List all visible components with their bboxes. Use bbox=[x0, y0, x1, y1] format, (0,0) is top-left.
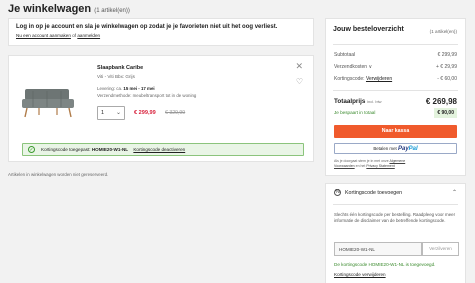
discount-success-message: De kortingscode HOMIE20-W1-NL is toegevo… bbox=[334, 262, 436, 267]
total-vat-note: incl. btw bbox=[367, 99, 382, 104]
remove-discount-link[interactable]: Verwijderen bbox=[366, 76, 392, 82]
total-value: € 269,98 bbox=[425, 97, 457, 106]
summary-count: (1 artikel(en)) bbox=[429, 29, 457, 34]
cart-count: (1 artikel(en)) bbox=[94, 8, 130, 14]
summary-title: Jouw besteloverzicht (1 artikel(en)) bbox=[333, 26, 458, 34]
terms-conditions-link[interactable]: Voorwaarden bbox=[334, 164, 355, 168]
product-image[interactable] bbox=[19, 83, 77, 121]
terms-text-1: Als je doorgaat stem je in met onze bbox=[334, 159, 389, 163]
coupon-applied-text: Kortingscode toegepast: bbox=[41, 147, 91, 152]
checkout-button[interactable]: Naar kassa bbox=[334, 125, 457, 138]
subtotal-row: Subtotaal € 299,99 bbox=[334, 52, 457, 58]
product-price: € 299,99 bbox=[134, 110, 156, 116]
terms-notice: Als je doorgaat stem je in met onze Alge… bbox=[334, 159, 457, 169]
shipping-value: + € 29,99 bbox=[436, 64, 457, 70]
product-old-price: € 329,99 bbox=[165, 110, 186, 116]
deactivate-coupon-link[interactable]: Kortingscode deactiveren bbox=[133, 147, 185, 152]
product-variant: Viti - Viti Bbx: Grijs bbox=[97, 74, 135, 79]
total-label: Totaalprijs bbox=[334, 98, 366, 105]
remove-item-close-icon[interactable]: ✕ bbox=[295, 62, 303, 71]
check-circle-icon: ✓ bbox=[28, 146, 35, 153]
savings-row: Je bespaart in totaal € 90,00 bbox=[334, 108, 457, 118]
remove-code-link[interactable]: Kortingscode verwijderen bbox=[334, 272, 386, 277]
discount-panel-title: Kortingscode toevoegen bbox=[345, 190, 403, 196]
product-shipping: Verzendmethode: meubeltransport tot in d… bbox=[97, 93, 197, 98]
paypal-logo-pal: Pal bbox=[408, 146, 418, 152]
paypal-logo-pay: Pay bbox=[397, 146, 409, 152]
discount-value: - € 60,00 bbox=[437, 76, 457, 82]
terms-text-2: en het bbox=[355, 163, 366, 168]
terms-link[interactable]: Algemene bbox=[389, 159, 405, 163]
total-row: Totaalprijs incl. btw € 269,98 bbox=[334, 97, 457, 106]
divider bbox=[333, 204, 458, 205]
reservation-note: Artikelen in winkelwagen worden niet ger… bbox=[8, 172, 109, 177]
quantity-value: 1 bbox=[101, 110, 105, 116]
coupon-code: HOMIE20-W1-NL bbox=[91, 147, 129, 152]
product-name[interactable]: Slaapbank Caribe bbox=[97, 65, 143, 71]
favorite-heart-icon[interactable]: ♡ bbox=[296, 78, 303, 86]
login-links: Nu een account aanmaken of aanmelden bbox=[16, 33, 306, 38]
subtotal-value: € 299,99 bbox=[437, 52, 457, 58]
login-link[interactable]: aanmelden bbox=[77, 33, 100, 38]
login-or-text: of bbox=[72, 33, 77, 38]
page-title-text: Je winkelwagen bbox=[8, 3, 92, 15]
create-account-link[interactable]: Nu een account aanmaken bbox=[16, 33, 71, 38]
page-title: Je winkelwagen (1 artikel(en)) bbox=[8, 3, 130, 15]
savings-value: € 90,00 bbox=[434, 108, 457, 118]
login-message: Log in op je account en sla je winkelwag… bbox=[16, 24, 278, 30]
savings-label: Je bespaart in totaal bbox=[334, 110, 376, 115]
paypal-prefix: Betalen met bbox=[373, 146, 397, 151]
discount-code-input[interactable]: HOMIE20-W1-NL bbox=[334, 242, 422, 256]
tag-icon: % bbox=[334, 189, 341, 196]
delivery-range: 15 mei - 17 mei bbox=[123, 86, 155, 91]
quantity-select[interactable]: 1 ⌄ bbox=[97, 106, 125, 120]
chevron-up-icon[interactable]: ⌃ bbox=[452, 189, 457, 196]
discount-code-panel: % Kortingscode toevoegen ⌃ Slechts één k… bbox=[325, 183, 466, 283]
order-summary: Jouw besteloverzicht (1 artikel(en)) Sub… bbox=[325, 18, 466, 176]
discount-label: Kortingscode: bbox=[334, 76, 365, 82]
delivery-prefix: Levering: ca. bbox=[97, 86, 123, 91]
divider bbox=[333, 90, 458, 91]
summary-title-text: Jouw besteloverzicht bbox=[333, 26, 404, 33]
shipping-row[interactable]: Verzendkosten ∨ + € 29,99 bbox=[334, 64, 457, 70]
shipping-label[interactable]: Verzendkosten ∨ bbox=[334, 64, 372, 70]
discount-panel-header[interactable]: % Kortingscode toevoegen ⌃ bbox=[334, 189, 457, 196]
discount-info: Slechts één kortingscode per bestelling.… bbox=[334, 212, 456, 224]
privacy-link[interactable]: Privacy Statement bbox=[366, 164, 394, 168]
subtotal-label: Subtotaal bbox=[334, 52, 356, 58]
cart-item: Slaapbank Caribe Viti - Viti Bbx: Grijs … bbox=[8, 55, 314, 162]
product-delivery: Levering: ca. 15 mei - 17 mei bbox=[97, 86, 155, 91]
divider bbox=[333, 44, 458, 45]
login-banner: Log in op je account en sla je winkelwag… bbox=[8, 18, 314, 46]
chevron-down-icon: ⌄ bbox=[115, 110, 121, 116]
paypal-button[interactable]: Betalen met PayPal bbox=[334, 143, 457, 154]
coupon-applied-bar: ✓ Kortingscode toegepast: HOMIE20-W1-NL … bbox=[22, 143, 304, 156]
discount-row: Kortingscode: Verwijderen - € 60,00 bbox=[334, 76, 457, 82]
redeem-button[interactable]: Verzilveren bbox=[422, 242, 459, 256]
